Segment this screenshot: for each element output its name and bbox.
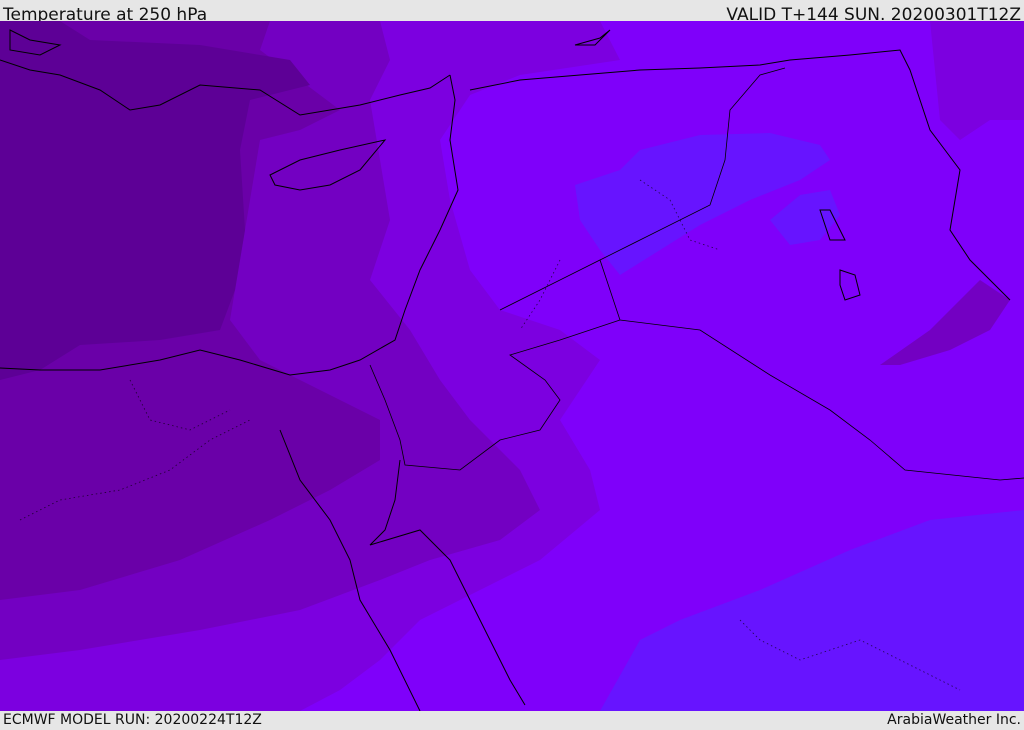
credit-label: ArabiaWeather Inc. (887, 712, 1021, 728)
model-run: ECMWF MODEL RUN: 20200224T12Z (3, 712, 262, 728)
header-bar: Temperature at 250 hPa VALID T+144 SUN. … (0, 0, 1024, 25)
footer-bar: ECMWF MODEL RUN: 20200224T12Z ArabiaWeat… (0, 711, 1024, 729)
temperature-map[interactable] (0, 21, 1024, 711)
